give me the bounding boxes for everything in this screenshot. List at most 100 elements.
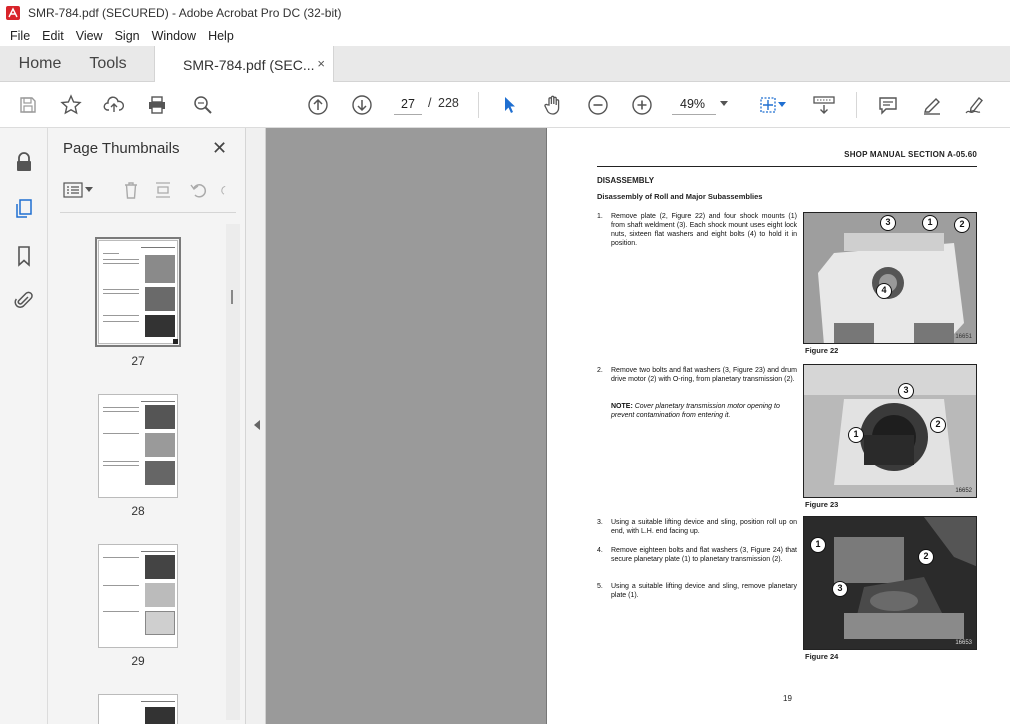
tab-close-icon[interactable]: ×	[317, 56, 325, 71]
thumb-image	[145, 707, 175, 724]
delete-page-icon[interactable]	[120, 180, 142, 200]
toolbar-divider	[478, 92, 479, 118]
note-text: Cover planetary transmission motor openi…	[611, 403, 780, 419]
note-label: NOTE:	[611, 403, 633, 410]
zoom-level-input[interactable]: 49%	[672, 93, 716, 115]
step-text: Using a suitable lifting device and slin…	[611, 583, 797, 599]
zoom-dropdown-icon[interactable]	[720, 101, 728, 106]
subsection-title: Disassembly of Roll and Major Subassembl…	[597, 192, 763, 201]
section-title: DISASSEMBLY	[597, 176, 655, 185]
zoom-out-icon[interactable]	[586, 93, 610, 117]
tab-bar: Home Tools SMR-784.pdf (SEC... ×	[0, 46, 1010, 83]
callout-marker: 2	[918, 549, 934, 565]
step-5: 5. Using a suitable lifting device and s…	[597, 582, 797, 602]
upload-icon[interactable]	[102, 93, 126, 117]
figure-code: 16653	[955, 640, 972, 646]
step-3: 3. Using a suitable lifting device and s…	[597, 518, 797, 538]
thumb-marker	[173, 339, 178, 344]
figure-23-photo	[804, 365, 976, 497]
options-dropdown-icon[interactable]	[84, 180, 94, 200]
callout-marker: 1	[848, 427, 864, 443]
lock-icon[interactable]	[12, 150, 36, 174]
step-text: Remove eighteen bolts and flat washers (…	[611, 547, 797, 563]
scroll-mode-icon[interactable]	[812, 93, 836, 117]
callout-marker: 2	[954, 217, 970, 233]
menu-edit[interactable]: Edit	[36, 29, 70, 43]
step-4: 4. Remove eighteen bolts and flat washer…	[597, 546, 797, 574]
page-separator: /	[428, 96, 432, 110]
menu-view[interactable]: View	[70, 29, 109, 43]
thumbnail-options-icon[interactable]	[62, 180, 84, 200]
callout-marker: 1	[810, 537, 826, 553]
thumbnail-page-28[interactable]	[98, 394, 178, 498]
menu-window[interactable]: Window	[146, 29, 202, 43]
comment-icon[interactable]	[876, 93, 900, 117]
figure-22-image: 3 1 2 4 16651	[803, 212, 977, 344]
panel-collapse-handle[interactable]	[246, 128, 266, 724]
acrobat-logo-icon	[6, 6, 20, 20]
panel-close-icon[interactable]: ✕	[212, 138, 227, 159]
thumb-image	[145, 461, 175, 485]
menu-file[interactable]: File	[4, 29, 36, 43]
attachments-icon[interactable]	[12, 288, 36, 312]
fit-page-dropdown-icon[interactable]	[776, 93, 788, 117]
callout-marker: 3	[832, 581, 848, 597]
zoom-in-icon[interactable]	[630, 93, 654, 117]
thumb-image	[145, 433, 175, 457]
thumb-line	[103, 461, 139, 462]
thumbnail-page-30[interactable]	[98, 694, 178, 724]
thumb-image	[145, 611, 175, 635]
hand-icon[interactable]	[541, 93, 565, 117]
bookmark-star-icon[interactable]	[59, 93, 83, 117]
page-up-icon[interactable]	[306, 93, 330, 117]
thumb-line	[141, 247, 175, 248]
figure-code: 16652	[955, 488, 972, 494]
figure-23-caption: Figure 23	[805, 500, 839, 509]
thumb-line	[103, 315, 139, 316]
thumb-line	[141, 551, 175, 552]
highlight-icon[interactable]	[920, 93, 944, 117]
thumb-line	[103, 321, 139, 322]
page-thumbnails-icon[interactable]	[12, 196, 36, 220]
print-icon[interactable]	[145, 93, 169, 117]
thumbnail-page-29[interactable]	[98, 544, 178, 648]
figure-22-photo	[804, 213, 976, 343]
toolbar-divider	[856, 92, 857, 118]
thumbnail-scrollbar[interactable]	[226, 224, 240, 720]
menu-help[interactable]: Help	[202, 29, 240, 43]
zoom-search-icon[interactable]	[191, 93, 215, 117]
menu-sign[interactable]: Sign	[109, 29, 146, 43]
page-number-input[interactable]: 27	[394, 93, 422, 115]
thumb-line	[103, 293, 139, 294]
thumb-line	[103, 263, 139, 264]
figure-code: 16651	[955, 334, 972, 340]
tab-document[interactable]: SMR-784.pdf (SEC... ×	[154, 46, 334, 83]
rotate-clockwise-icon[interactable]	[218, 180, 230, 200]
tab-tools[interactable]: Tools	[76, 46, 140, 82]
tab-home[interactable]: Home	[6, 46, 74, 82]
document-viewport[interactable]: SHOP MANUAL SECTION A-05.60 DISASSEMBLY …	[266, 128, 1010, 724]
thumbnail-page-27[interactable]	[95, 237, 181, 347]
tab-document-label: SMR-784.pdf (SEC...	[183, 56, 315, 73]
callout-marker: 3	[898, 383, 914, 399]
extract-page-icon[interactable]	[152, 180, 174, 200]
header-rule	[597, 166, 977, 167]
select-cursor-icon[interactable]	[498, 93, 522, 117]
scrollbar-thumb[interactable]	[231, 290, 233, 304]
sign-icon[interactable]	[964, 93, 988, 117]
thumbnail-label: 29	[131, 654, 145, 668]
page-down-icon[interactable]	[350, 93, 374, 117]
note: NOTE: Cover planetary transmission motor…	[611, 402, 797, 420]
figure-24-image: 1 2 3 16653	[803, 516, 977, 650]
step-1: 1. Remove plate (2, Figure 22) and four …	[597, 212, 797, 252]
panel-divider	[60, 212, 236, 213]
callout-marker: 1	[922, 215, 938, 231]
collapse-arrow-icon[interactable]	[254, 420, 260, 430]
callout-marker: 3	[880, 215, 896, 231]
thumb-image	[145, 555, 175, 579]
save-icon[interactable]	[16, 93, 40, 117]
rotate-counterclockwise-icon[interactable]	[188, 180, 210, 200]
figure-23-image: 3 1 2 16652	[803, 364, 977, 498]
thumb-line	[103, 433, 139, 434]
bookmarks-icon[interactable]	[12, 244, 36, 268]
